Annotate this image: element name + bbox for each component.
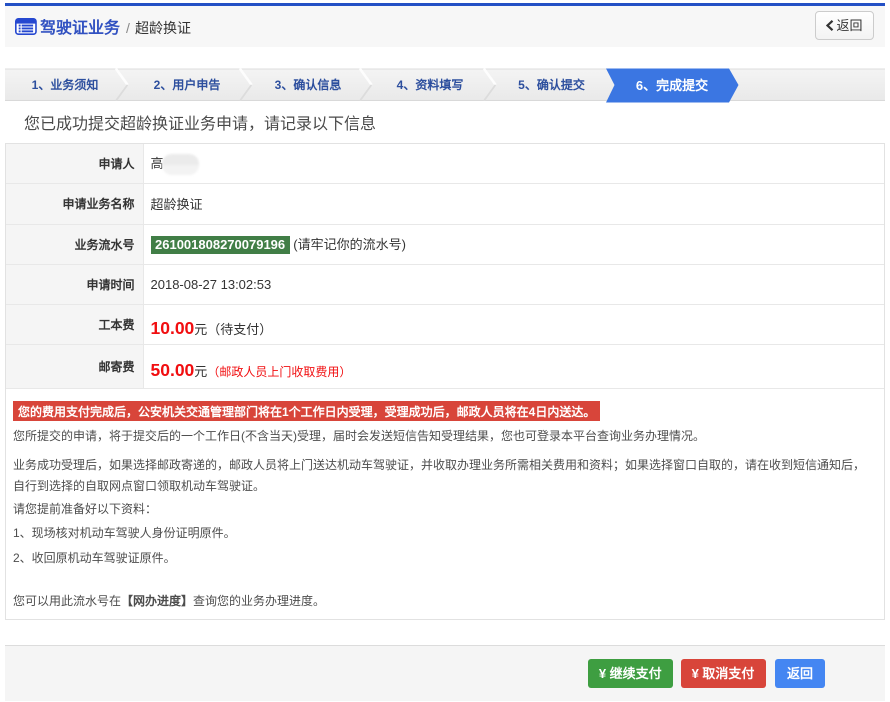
svg-text:2、用户申告: 2、用户申告 xyxy=(154,77,221,92)
svg-text:5、确认提交: 5、确认提交 xyxy=(518,77,585,92)
svg-text:4、资料填写: 4、资料填写 xyxy=(397,77,464,92)
svg-text:6、完成提交: 6、完成提交 xyxy=(636,78,708,93)
svg-text:3、确认信息: 3、确认信息 xyxy=(275,77,342,92)
svg-text:1、业务须知: 1、业务须知 xyxy=(32,77,99,92)
